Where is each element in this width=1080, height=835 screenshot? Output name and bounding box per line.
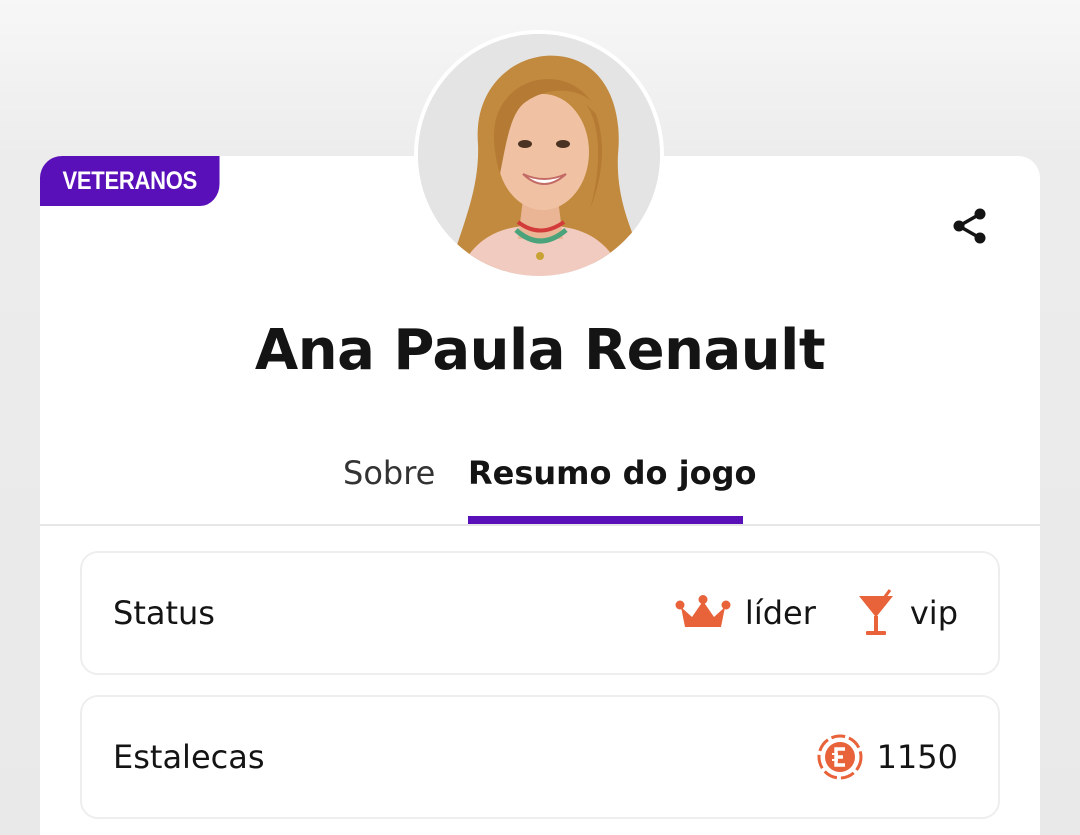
tab-divider [40,524,1040,526]
estalecas-value: 1150 [876,738,958,776]
category-badge: VETERANOS [40,156,220,206]
tab-bar: Sobre Resumo do jogo [0,448,1080,526]
status-vip: vip [856,588,958,638]
status-lider: líder [675,594,816,632]
share-icon [950,206,990,246]
status-vip-text: vip [909,594,958,632]
status-label: Status [113,594,215,632]
share-button[interactable] [946,202,994,250]
status-lider-text: líder [744,594,816,632]
tab-resumo-do-jogo[interactable]: Resumo do jogo [468,454,757,492]
estalecas-label: Estalecas [113,738,265,776]
status-row: Status líder vip [80,551,1000,675]
avatar-photo [418,34,660,276]
estaleca-coin-icon [817,734,863,780]
status-values: líder vip [675,588,958,638]
crown-icon [675,595,731,631]
participant-name: Ana Paula Renault [254,318,826,383]
estalecas-balance: 1150 [817,734,958,780]
tab-sobre[interactable]: Sobre [343,454,435,492]
avatar [414,30,664,280]
estalecas-row: Estalecas 1150 [80,695,1000,819]
estalecas-values: 1150 [817,734,958,780]
cocktail-icon [856,588,896,638]
